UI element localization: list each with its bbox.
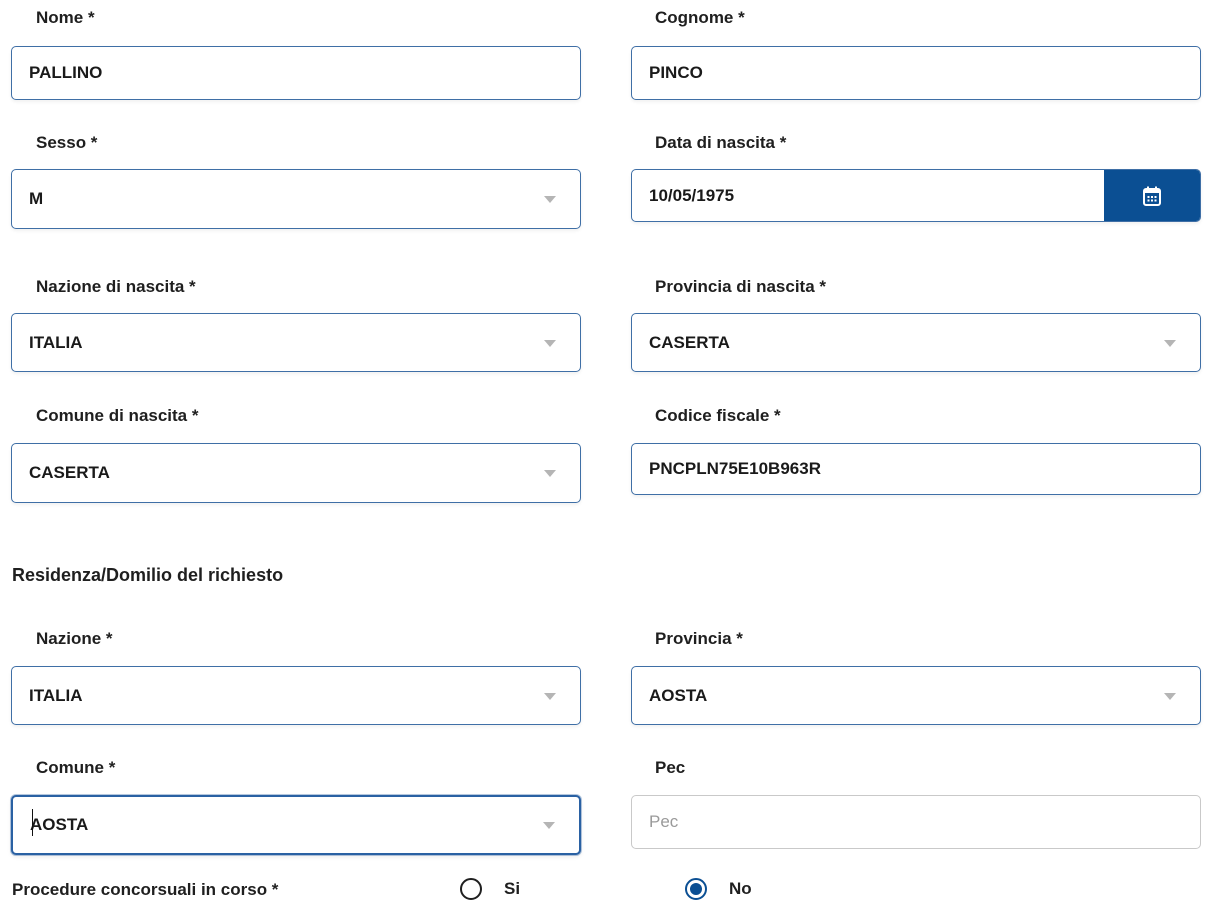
- chevron-down-icon: [543, 822, 555, 829]
- radio-no-label: No: [729, 879, 752, 898]
- pec-label: Pec: [655, 758, 686, 777]
- cognome-label: Cognome *: [655, 8, 745, 27]
- registration-form: Nome * PALLINO Cognome * PINCO Sesso * M…: [0, 0, 1208, 909]
- chevron-down-icon: [544, 196, 556, 203]
- nome-input[interactable]: PALLINO: [11, 46, 581, 100]
- chevron-down-icon: [1164, 692, 1176, 700]
- chevron-down-icon: [544, 339, 556, 347]
- pec-placeholder: Pec: [649, 812, 679, 831]
- nazione-nascita-value: ITALIA: [29, 332, 83, 352]
- provincia-label: Provincia *: [655, 629, 743, 648]
- nazione-select[interactable]: ITALIA: [11, 666, 581, 725]
- data-nascita-value: 10/05/1975: [649, 185, 735, 205]
- codice-fiscale-label: Codice fiscale *: [655, 406, 781, 425]
- radio-si[interactable]: Si: [460, 878, 520, 900]
- calendar-icon: [1143, 186, 1161, 206]
- codice-fiscale-value: PNCPLN75E10B963R: [649, 459, 821, 478]
- chevron-down-icon: [544, 470, 556, 477]
- provincia-nascita-select[interactable]: CASERTA: [631, 313, 1201, 372]
- radio-unchecked-icon: [460, 878, 482, 900]
- nome-value: PALLINO: [29, 63, 103, 82]
- residenza-section-title: Residenza/Domilio del richiesto: [12, 565, 284, 585]
- sesso-value: M: [29, 189, 44, 208]
- provincia-nascita-label: Provincia di nascita *: [655, 277, 827, 296]
- nazione-nascita-label: Nazione di nascita *: [36, 277, 196, 296]
- procedure-label: Procedure concorsuali in corso *: [12, 880, 279, 899]
- sesso-label: Sesso *: [36, 133, 98, 152]
- calendar-button[interactable]: [1104, 170, 1200, 221]
- nazione-label: Nazione *: [36, 629, 113, 648]
- data-nascita-label: Data di nascita *: [655, 133, 787, 152]
- comune-select[interactable]: AOSTA: [11, 795, 581, 855]
- pec-input[interactable]: Pec: [631, 795, 1201, 849]
- text-cursor: [32, 809, 33, 836]
- provincia-select[interactable]: AOSTA: [631, 666, 1201, 725]
- cognome-input[interactable]: PINCO: [631, 46, 1201, 100]
- sesso-select[interactable]: M: [11, 169, 581, 229]
- data-nascita-input[interactable]: 10/05/1975: [631, 169, 1201, 222]
- comune-label: Comune *: [36, 758, 116, 777]
- radio-si-label: Si: [504, 879, 521, 898]
- provincia-value: AOSTA: [649, 685, 708, 705]
- comune-value: AOSTA: [30, 815, 89, 834]
- chevron-down-icon: [1164, 339, 1176, 347]
- provincia-nascita-value: CASERTA: [649, 332, 730, 352]
- comune-nascita-select[interactable]: CASERTA: [11, 443, 581, 503]
- nazione-value: ITALIA: [29, 685, 83, 705]
- codice-fiscale-input[interactable]: PNCPLN75E10B963R: [631, 443, 1201, 495]
- nome-label: Nome *: [36, 8, 95, 27]
- chevron-down-icon: [544, 692, 556, 700]
- nazione-nascita-select[interactable]: ITALIA: [11, 313, 581, 372]
- radio-no[interactable]: No: [685, 878, 752, 900]
- cognome-value: PINCO: [649, 63, 703, 82]
- radio-checked-icon: [685, 878, 707, 900]
- comune-nascita-label: Comune di nascita *: [36, 406, 199, 425]
- comune-nascita-value: CASERTA: [29, 463, 110, 482]
